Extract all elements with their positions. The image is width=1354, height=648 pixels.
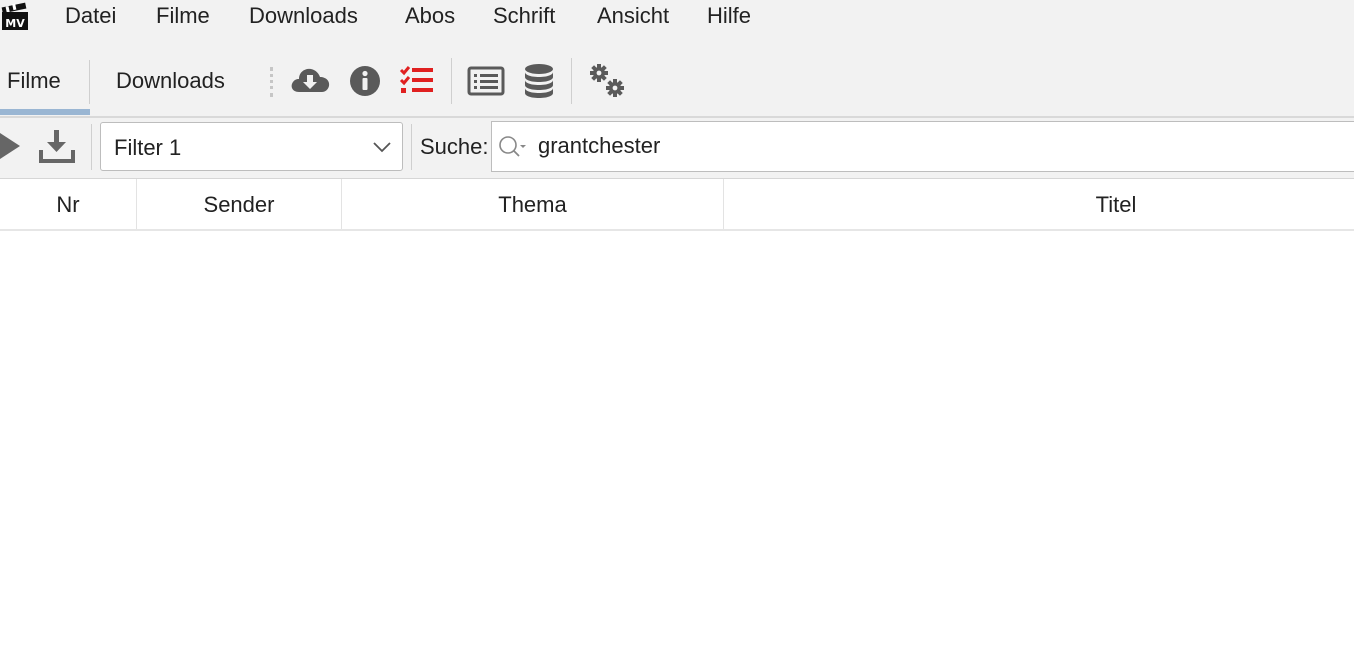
info-icon[interactable]: [343, 59, 387, 103]
filter-select[interactable]: Filter 1: [100, 122, 403, 171]
search-input[interactable]: [538, 130, 1338, 162]
cloud-download-icon[interactable]: [288, 59, 332, 103]
filter-bar: Filter 1 Suche:: [0, 118, 1354, 179]
selected-tab-indicator: [0, 109, 90, 115]
list-view-icon[interactable]: [464, 59, 508, 103]
menu-ansicht[interactable]: Ansicht: [597, 4, 669, 28]
chevron-down-icon: [373, 142, 391, 153]
tab-downloads[interactable]: Downloads: [116, 64, 225, 98]
filterbar-divider: [91, 124, 92, 170]
toolbar-divider: [571, 58, 572, 104]
main-toolbar: Filme Downloads: [0, 34, 1354, 118]
column-header-titel[interactable]: Titel: [724, 179, 1354, 229]
search-icon: [499, 136, 526, 157]
tab-divider: [89, 60, 90, 104]
table-body[interactable]: [0, 231, 1354, 648]
download-icon[interactable]: [38, 128, 76, 164]
filter-select-value: Filter 1: [114, 135, 182, 160]
filterbar-divider: [411, 124, 412, 170]
menu-filme[interactable]: Filme: [156, 4, 210, 28]
checklist-icon[interactable]: [396, 59, 440, 103]
play-icon[interactable]: [0, 130, 24, 162]
menu-downloads[interactable]: Downloads: [249, 4, 358, 28]
search-field[interactable]: [491, 121, 1354, 172]
column-header-sender[interactable]: Sender: [137, 179, 342, 229]
toolbar-grip: [270, 67, 273, 97]
table-header: Nr Sender Thema Titel: [0, 179, 1354, 231]
search-label: Suche:: [420, 134, 489, 159]
svg-text:MV: MV: [5, 17, 25, 30]
menu-abos[interactable]: Abos: [405, 4, 455, 28]
menu-datei[interactable]: Datei: [65, 4, 116, 28]
column-header-thema[interactable]: Thema: [342, 179, 724, 229]
database-icon[interactable]: [517, 59, 561, 103]
column-header-nr[interactable]: Nr: [0, 179, 137, 229]
tab-filme[interactable]: Filme: [7, 64, 61, 98]
settings-gears-icon[interactable]: [586, 59, 630, 103]
menu-schrift[interactable]: Schrift: [493, 4, 555, 28]
menu-hilfe[interactable]: Hilfe: [707, 4, 751, 28]
app-logo-icon: MV: [0, 2, 30, 32]
toolbar-divider: [451, 58, 452, 104]
menu-bar: MV Datei Filme Downloads Abos Schrift An…: [0, 0, 1354, 34]
